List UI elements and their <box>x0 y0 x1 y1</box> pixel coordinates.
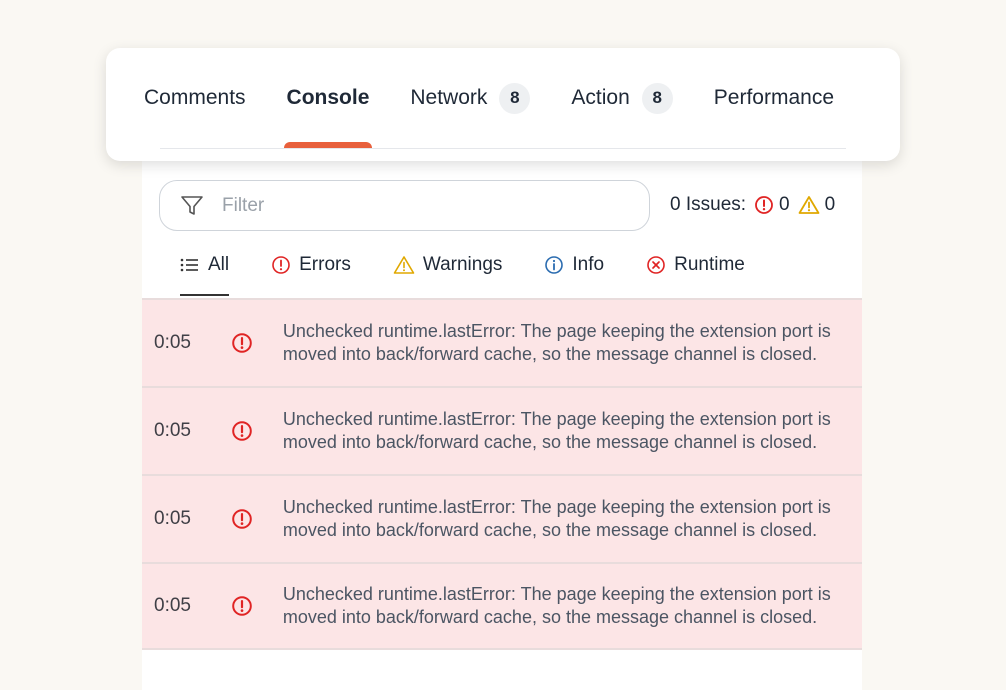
subtab-warnings[interactable]: Warnings <box>393 250 503 280</box>
info-icon <box>545 256 564 274</box>
log-time: 0:05 <box>154 332 191 353</box>
error-count: 0 <box>779 194 790 215</box>
issues-summary: 0 Issues: 0 0 <box>670 194 835 216</box>
log-row[interactable]: 0:05 Unchecked runtime.lastError: The pa… <box>142 386 862 474</box>
error-icon <box>232 333 253 353</box>
log-row[interactable]: 0:05 Unchecked runtime.lastError: The pa… <box>142 474 862 562</box>
tab-label: Console <box>286 86 370 109</box>
subtab-runtime[interactable]: Runtime <box>646 250 745 280</box>
log-message: Unchecked runtime.lastError: The page ke… <box>282 584 831 627</box>
log-time: 0:05 <box>154 595 191 616</box>
filter-input[interactable] <box>220 193 624 218</box>
tab-performance[interactable]: Performance <box>714 48 834 148</box>
error-icon <box>232 421 253 441</box>
warning-icon <box>393 256 415 274</box>
action-count-badge: 8 <box>641 82 673 114</box>
log-row[interactable]: 0:05 Unchecked runtime.lastError: The pa… <box>142 562 862 650</box>
log-time: 0:05 <box>154 420 191 441</box>
log-row[interactable]: 0:05 Unchecked runtime.lastError: The pa… <box>142 298 862 386</box>
filter-icon <box>181 195 203 215</box>
error-count-icon <box>755 196 773 214</box>
tab-network[interactable]: Network 8 <box>410 48 531 148</box>
runtime-icon <box>647 256 665 274</box>
warning-count: 0 <box>824 194 836 215</box>
network-count-badge: 8 <box>499 82 531 114</box>
subtab-label: Warnings <box>422 254 503 275</box>
tab-label: Action <box>571 86 630 109</box>
subtab-info[interactable]: Info <box>544 250 604 280</box>
tab-label: Performance <box>713 86 834 109</box>
log-message: Unchecked runtime.lastError: The page ke… <box>282 321 831 364</box>
tab-label: Comments <box>144 86 246 109</box>
tab-console[interactable]: Console <box>283 48 373 148</box>
error-icon <box>232 509 253 529</box>
tab-comments[interactable]: Comments <box>144 48 246 148</box>
list-icon <box>180 258 198 272</box>
tab-label: Network <box>410 86 488 109</box>
filter-field[interactable] <box>159 180 650 231</box>
subtab-label: All <box>208 254 230 275</box>
subtab-label: Errors <box>299 254 351 275</box>
log-level-tabs: All Errors Warnings Info Runtime <box>180 250 787 296</box>
tabs-divider <box>160 148 846 149</box>
subtab-all[interactable]: All <box>180 250 230 296</box>
error-icon <box>232 596 253 616</box>
console-panel: 0 Issues: 0 0 All <box>142 150 862 690</box>
error-icon <box>272 256 290 274</box>
subtab-label: Info <box>572 254 605 275</box>
devtools-tab-bar: Comments Console Network 8 Action 8 Perf… <box>106 48 900 161</box>
tab-action[interactable]: Action 8 <box>571 48 673 148</box>
log-message: Unchecked runtime.lastError: The page ke… <box>282 409 831 452</box>
warning-count-icon <box>798 196 820 214</box>
log-message: Unchecked runtime.lastError: The page ke… <box>282 497 831 540</box>
subtab-errors[interactable]: Errors <box>271 250 351 280</box>
issues-label: 0 Issues: <box>670 194 747 215</box>
log-list: 0:05 Unchecked runtime.lastError: The pa… <box>142 298 862 650</box>
log-time: 0:05 <box>154 508 191 529</box>
subtab-label: Runtime <box>674 254 745 275</box>
